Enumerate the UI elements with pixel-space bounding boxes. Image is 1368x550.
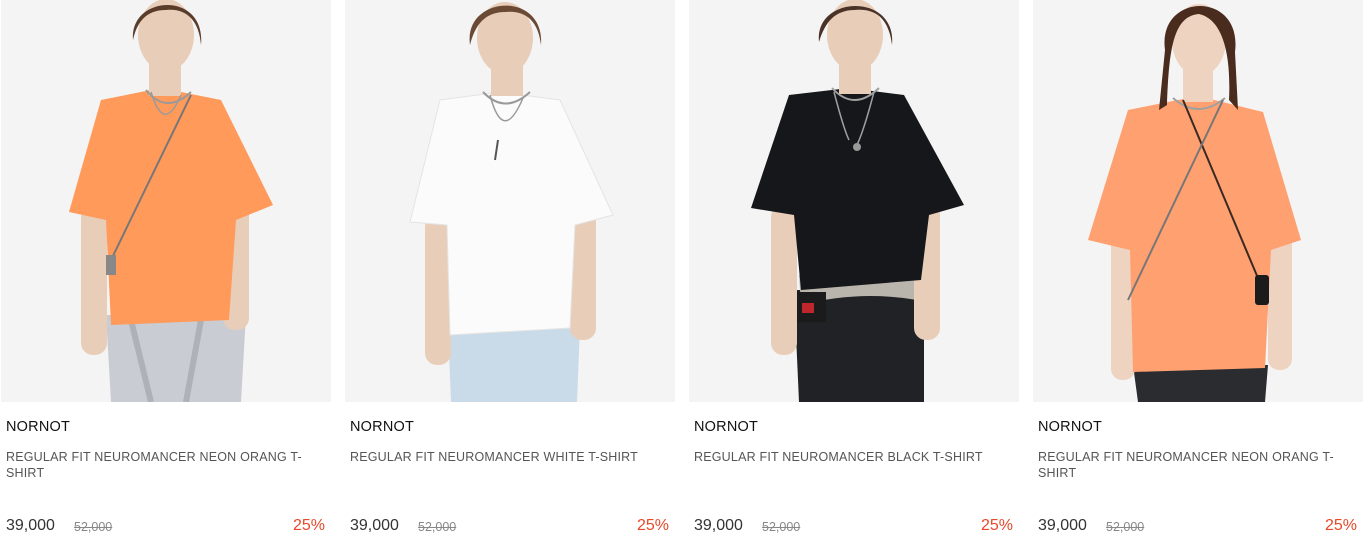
discount-badge: 25%	[292, 517, 325, 534]
price-row: 39,000 52,000 25%	[1038, 517, 1357, 539]
price-row: 39,000 52,000 25%	[6, 517, 325, 539]
product-brand[interactable]: NORNOT	[694, 419, 758, 435]
product-brand[interactable]: NORNOT	[350, 419, 414, 435]
product-card[interactable]: NORNOT REGULAR FIT NEUROMANCER NEON ORAN…	[1033, 0, 1363, 550]
product-name[interactable]: REGULAR FIT NEUROMANCER NEON ORANG T-SHI…	[6, 449, 324, 481]
product-card[interactable]: NORNOT REGULAR FIT NEUROMANCER NEON ORAN…	[1, 0, 331, 550]
price-row: 39,000 52,000 25%	[350, 517, 669, 539]
sale-price: 39,000	[1038, 517, 1087, 534]
product-brand[interactable]: NORNOT	[1038, 419, 1102, 435]
product-name[interactable]: REGULAR FIT NEUROMANCER BLACK T-SHIRT	[694, 449, 1012, 465]
sale-price: 39,000	[350, 517, 399, 534]
product-image[interactable]	[1, 0, 331, 402]
original-price: 52,000	[762, 520, 801, 534]
discount-badge: 25%	[1324, 517, 1357, 534]
sale-price: 39,000	[6, 517, 55, 534]
product-name[interactable]: REGULAR FIT NEUROMANCER NEON ORANG T-SHI…	[1038, 449, 1356, 481]
product-grid: NORNOT REGULAR FIT NEUROMANCER NEON ORAN…	[0, 0, 1368, 550]
original-price: 52,000	[1106, 520, 1145, 534]
product-name[interactable]: REGULAR FIT NEUROMANCER WHITE T-SHIRT	[350, 449, 668, 465]
original-price: 52,000	[418, 520, 457, 534]
discount-badge: 25%	[636, 517, 669, 534]
discount-badge: 25%	[980, 517, 1013, 534]
product-card[interactable]: NORNOT REGULAR FIT NEUROMANCER BLACK T-S…	[689, 0, 1019, 550]
sale-price: 39,000	[694, 517, 743, 534]
price-row: 39,000 52,000 25%	[694, 517, 1013, 539]
product-brand[interactable]: NORNOT	[6, 419, 70, 435]
original-price: 52,000	[74, 520, 113, 534]
product-card[interactable]: NORNOT REGULAR FIT NEUROMANCER WHITE T-S…	[345, 0, 675, 550]
product-image[interactable]	[689, 0, 1019, 402]
product-image[interactable]	[1033, 0, 1363, 402]
product-image[interactable]	[345, 0, 675, 402]
